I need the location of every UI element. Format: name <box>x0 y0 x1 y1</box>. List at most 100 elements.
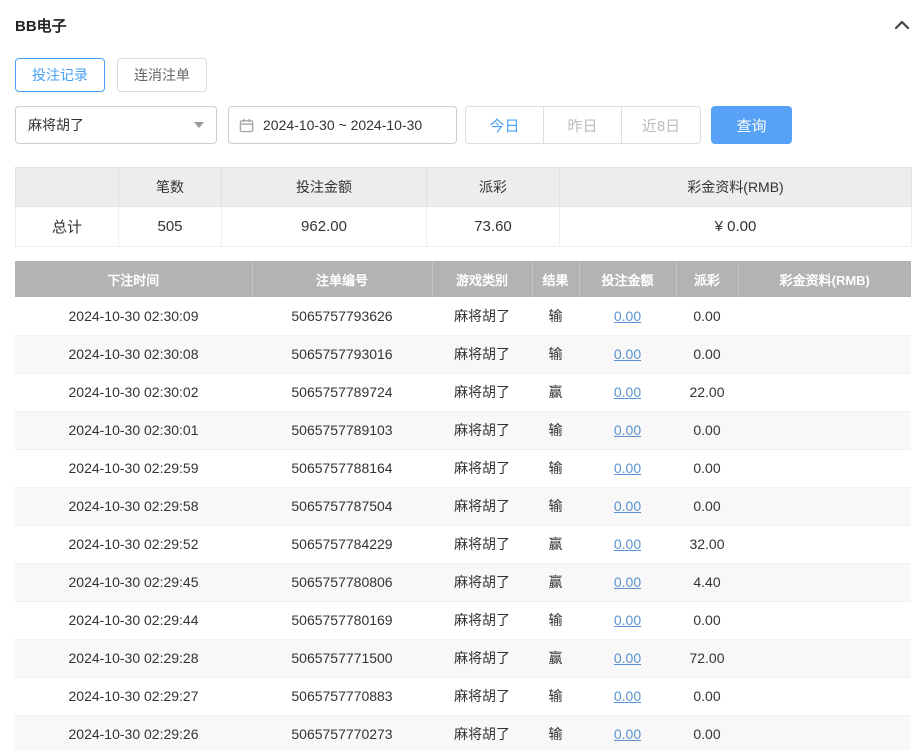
payout-cell: 22.00 <box>676 373 738 412</box>
summary-total-label: 总计 <box>15 206 119 247</box>
bet-amount-link[interactable]: 0.00 <box>614 498 641 514</box>
table-row: 2024-10-30 02:29:27 5065757770883 麻将胡了输 0.0… <box>15 677 911 716</box>
payout-cell: 72.00 <box>676 639 738 678</box>
result-cell: 输 <box>532 601 579 640</box>
game-select[interactable]: 麻将胡了 <box>15 106 217 144</box>
summary-header-payout: 派彩 <box>426 167 560 207</box>
bet-amount-link[interactable]: 0.00 <box>614 346 641 362</box>
bet-amount-cell: 0.00 <box>579 335 676 374</box>
bet-time-cell: 2024-10-30 02:30:08 <box>15 335 252 374</box>
bet-amount-link[interactable]: 0.00 <box>614 612 641 628</box>
collapse-chevron-up-icon[interactable] <box>893 18 911 32</box>
result-cell: 赢 <box>532 525 579 564</box>
bonus-cell <box>738 373 911 412</box>
summary-bet-amount-value: 962.00 <box>221 206 427 247</box>
payout-cell: 0.00 <box>676 487 738 526</box>
bet-time-cell: 2024-10-30 02:29:59 <box>15 449 252 488</box>
tab-linked-bets[interactable]: 连消注单 <box>117 58 207 92</box>
result-cell: 输 <box>532 411 579 450</box>
table-row: 2024-10-30 02:29:26 5065757770273 麻将胡了输 0.0… <box>15 715 911 750</box>
result-cell: 输 <box>532 715 579 750</box>
query-button[interactable]: 查询 <box>711 106 792 144</box>
table-header-row: 下注时间 注单编号 游戏类别 结果 投注金额 派彩 彩金资料(RMB) <box>15 261 911 297</box>
game-type-cell: 麻将胡了 <box>432 715 532 750</box>
bet-amount-cell: 0.00 <box>579 487 676 526</box>
game-type-cell: 麻将胡了 <box>432 563 532 602</box>
game-type-cell: 麻将胡了 <box>432 601 532 640</box>
tab-bet-records[interactable]: 投注记录 <box>15 58 105 92</box>
game-type-cell: 麻将胡了 <box>432 411 532 450</box>
summary-header-bonus: 彩金资料(RMB) <box>559 167 912 207</box>
order-id-cell: 5065757787504 <box>252 487 432 526</box>
bonus-cell <box>738 715 911 750</box>
order-id-cell: 5065757780806 <box>252 563 432 602</box>
date-range-picker[interactable]: 2024-10-30 ~ 2024-10-30 <box>228 106 457 144</box>
result-cell: 输 <box>532 297 579 336</box>
bet-amount-link[interactable]: 0.00 <box>614 726 641 742</box>
summary-count-value: 505 <box>118 206 222 247</box>
result-cell: 输 <box>532 677 579 716</box>
summary-payout-value: 73.60 <box>426 206 560 247</box>
payout-cell: 32.00 <box>676 525 738 564</box>
bet-amount-cell: 0.00 <box>579 563 676 602</box>
bet-time-cell: 2024-10-30 02:29:28 <box>15 639 252 678</box>
order-id-cell: 5065757770273 <box>252 715 432 750</box>
header-payout: 派彩 <box>676 261 739 297</box>
bet-amount-cell: 0.00 <box>579 449 676 488</box>
table-row: 2024-10-30 02:29:45 5065757780806 麻将胡了赢 0.0… <box>15 563 911 602</box>
bet-amount-link[interactable]: 0.00 <box>614 384 641 400</box>
order-id-cell: 5065757771500 <box>252 639 432 678</box>
today-button[interactable]: 今日 <box>466 107 544 143</box>
bonus-cell <box>738 411 911 450</box>
header-order-id: 注单编号 <box>252 261 433 297</box>
game-type-cell: 麻将胡了 <box>432 449 532 488</box>
table-row: 2024-10-30 02:30:08 5065757793016 麻将胡了输 0.0… <box>15 335 911 374</box>
header-bet-amount: 投注金额 <box>579 261 677 297</box>
order-id-cell: 5065757788164 <box>252 449 432 488</box>
filter-row: 麻将胡了 2024-10-30 ~ 2024-10-30 今日 昨日 近8日 查… <box>15 106 911 144</box>
order-id-cell: 5065757793626 <box>252 297 432 336</box>
tab-bar: 投注记录 连消注单 <box>15 58 911 92</box>
bet-amount-link[interactable]: 0.00 <box>614 422 641 438</box>
bonus-cell <box>738 487 911 526</box>
bet-amount-link[interactable]: 0.00 <box>614 460 641 476</box>
table-row: 2024-10-30 02:29:52 5065757784229 麻将胡了赢 0.0… <box>15 525 911 564</box>
bet-time-cell: 2024-10-30 02:29:58 <box>15 487 252 526</box>
bonus-cell <box>738 601 911 640</box>
bet-amount-link[interactable]: 0.00 <box>614 650 641 666</box>
bet-amount-cell: 0.00 <box>579 639 676 678</box>
table-row: 2024-10-30 02:29:58 5065757787504 麻将胡了输 0.0… <box>15 487 911 526</box>
yesterday-button[interactable]: 昨日 <box>544 107 622 143</box>
bet-time-cell: 2024-10-30 02:30:09 <box>15 297 252 336</box>
payout-cell: 0.00 <box>676 411 738 450</box>
bet-time-cell: 2024-10-30 02:30:01 <box>15 411 252 450</box>
summary-header-bet-amount: 投注金额 <box>221 167 427 207</box>
bet-amount-cell: 0.00 <box>579 715 676 750</box>
game-type-cell: 麻将胡了 <box>432 677 532 716</box>
game-type-cell: 麻将胡了 <box>432 639 532 678</box>
chevron-down-icon <box>194 122 204 128</box>
bet-amount-cell: 0.00 <box>579 411 676 450</box>
order-id-cell: 5065757789103 <box>252 411 432 450</box>
quick-date-group: 今日 昨日 近8日 <box>465 106 701 144</box>
bet-amount-link[interactable]: 0.00 <box>614 536 641 552</box>
bet-time-cell: 2024-10-30 02:29:52 <box>15 525 252 564</box>
payout-cell: 4.40 <box>676 563 738 602</box>
bet-amount-link[interactable]: 0.00 <box>614 574 641 590</box>
table-row: 2024-10-30 02:30:09 5065757793626 麻将胡了输 0.0… <box>15 297 911 336</box>
last-8-days-button[interactable]: 近8日 <box>622 107 700 143</box>
game-type-cell: 麻将胡了 <box>432 487 532 526</box>
bonus-cell <box>738 677 911 716</box>
game-type-cell: 麻将胡了 <box>432 297 532 336</box>
table-row: 2024-10-30 02:29:28 5065757771500 麻将胡了赢 0.0… <box>15 639 911 678</box>
bonus-cell <box>738 563 911 602</box>
result-cell: 赢 <box>532 639 579 678</box>
game-type-cell: 麻将胡了 <box>432 525 532 564</box>
order-id-cell: 5065757793016 <box>252 335 432 374</box>
payout-cell: 0.00 <box>676 335 738 374</box>
bet-amount-link[interactable]: 0.00 <box>614 688 641 704</box>
game-select-value: 麻将胡了 <box>28 117 84 133</box>
payout-cell: 0.00 <box>676 715 738 750</box>
page-title: BB电子 <box>15 17 67 35</box>
bet-amount-link[interactable]: 0.00 <box>614 308 641 324</box>
